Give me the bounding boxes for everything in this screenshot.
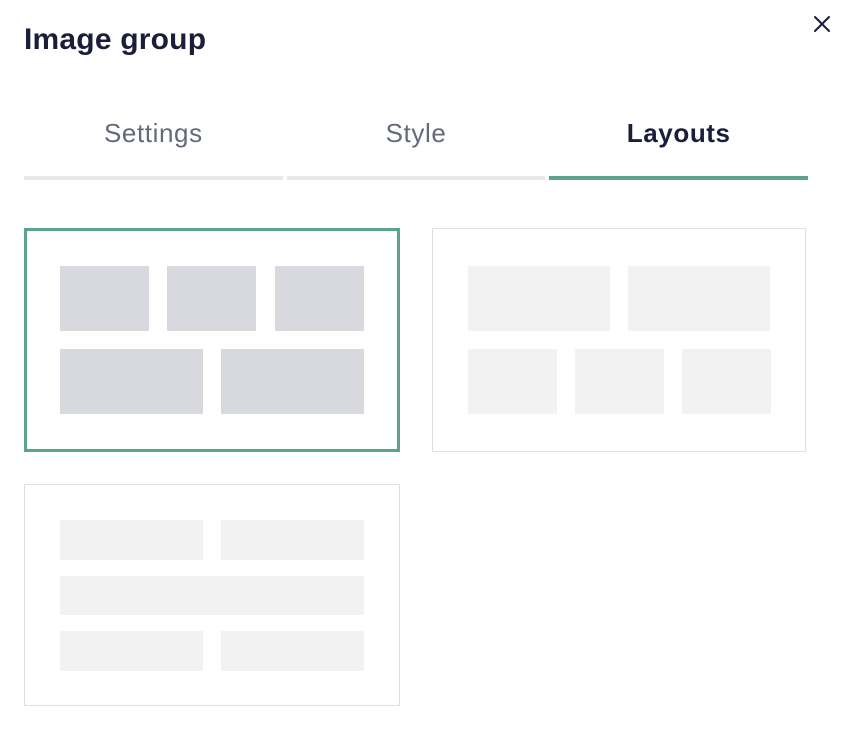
close-button[interactable] [806, 8, 838, 40]
layout-placeholder [167, 266, 256, 331]
layout-placeholder [628, 266, 770, 331]
layout-placeholder [60, 631, 203, 671]
layout-placeholder [575, 349, 664, 414]
layout-placeholder [221, 349, 364, 414]
tab-bar: Settings Style Layouts [24, 104, 808, 180]
layout-placeholder [221, 631, 364, 671]
layout-placeholder [275, 266, 364, 331]
layout-option-1[interactable] [24, 228, 400, 452]
layout-placeholder [221, 520, 364, 560]
layout-option-3[interactable] [24, 484, 400, 706]
close-icon [814, 16, 830, 32]
layout-placeholder [468, 266, 610, 331]
layout-placeholder [60, 520, 203, 560]
layout-placeholder [682, 349, 771, 414]
layout-placeholder [468, 349, 557, 414]
layout-option-2[interactable] [432, 228, 806, 452]
panel-title: Image group [24, 23, 207, 56]
layout-placeholder [60, 266, 149, 331]
tab-layouts[interactable]: Layouts [549, 104, 808, 180]
layout-placeholder [60, 576, 364, 615]
tab-style[interactable]: Style [286, 104, 546, 180]
tab-settings[interactable]: Settings [24, 104, 283, 180]
layout-placeholder [60, 349, 203, 414]
